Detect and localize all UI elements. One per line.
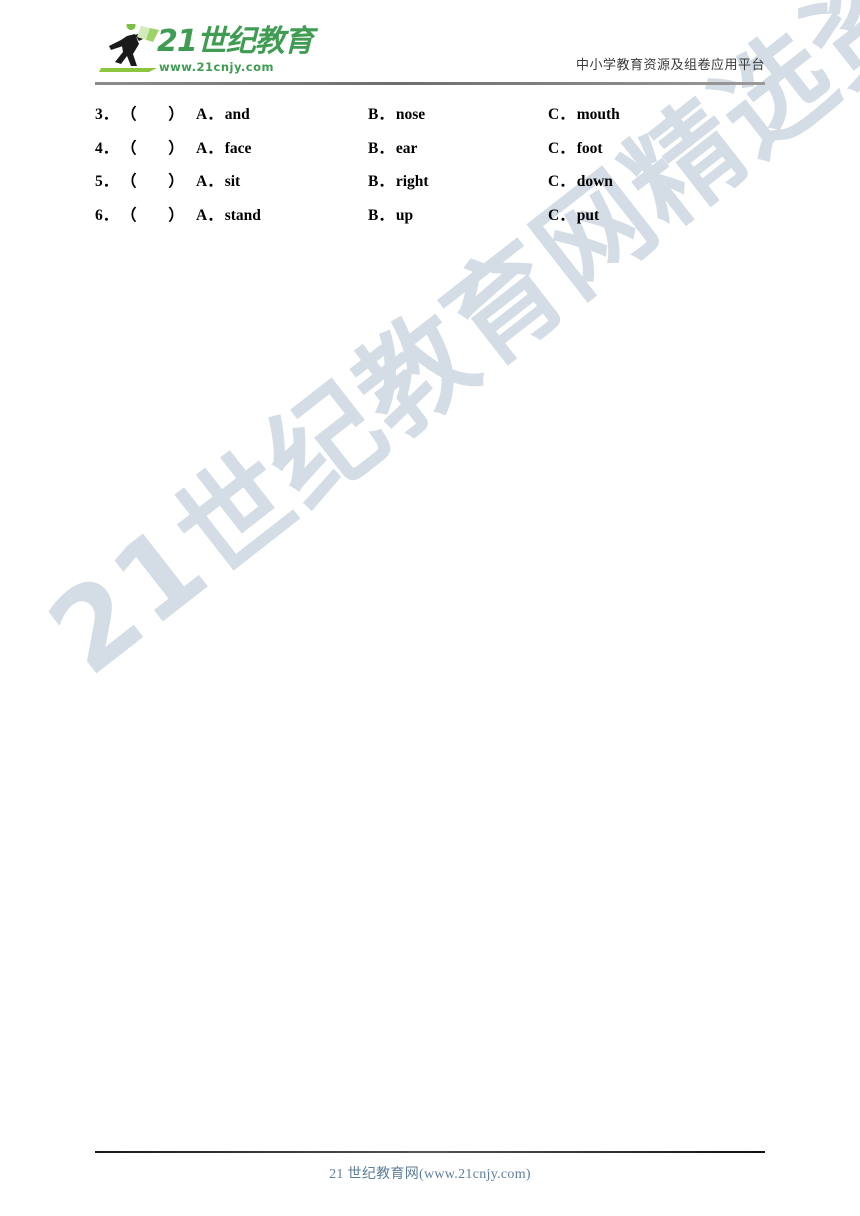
option-b[interactable]: B． up <box>368 203 413 225</box>
option-a-text: sit <box>224 173 241 190</box>
option-b-letter: B． <box>368 106 394 123</box>
option-c[interactable]: C． down <box>548 169 613 191</box>
header-divider <box>95 82 765 85</box>
option-a-text: face <box>224 139 252 157</box>
option-a-letter: A． <box>196 173 223 190</box>
option-c-text: foot <box>576 139 603 157</box>
option-a-text: and <box>224 106 250 123</box>
option-c-letter: C． <box>548 106 575 123</box>
question-number: 3． <box>95 106 119 123</box>
option-a[interactable]: A． and <box>196 102 250 124</box>
site-logo: 21世纪教育 www.21cnjy.com <box>95 22 385 80</box>
page-header: 21世纪教育 www.21cnjy.com 中小学教育资源及组卷应用平台 <box>95 22 765 84</box>
question-list: 3． （ ） A． and B． nose C． mouth 4． （ ） A． fac… <box>95 98 775 232</box>
option-c-letter: C． <box>548 173 575 190</box>
option-c-text: mouth <box>576 106 620 123</box>
option-a-letter: A． <box>196 139 223 157</box>
question-number: 5． <box>95 173 119 190</box>
option-b-letter: B． <box>368 206 394 224</box>
question-row: 4． （ ） A． face B． ear C． foot <box>95 132 775 166</box>
option-b-letter: B． <box>368 139 394 157</box>
answer-bracket[interactable]: （ ） <box>121 102 198 124</box>
footer-text: 21 世纪教育网(www.21cnjy.com) <box>329 1167 531 1182</box>
answer-bracket[interactable]: （ ） <box>121 136 198 158</box>
option-a-letter: A． <box>196 206 223 224</box>
option-a-letter: A． <box>196 106 223 123</box>
question-number: 6． <box>95 206 119 224</box>
option-c[interactable]: C． foot <box>548 136 603 158</box>
question-row: 3． （ ） A． and B． nose C． mouth <box>95 98 775 132</box>
answer-bracket[interactable]: （ ） <box>121 169 198 191</box>
option-c-letter: C． <box>548 206 575 224</box>
option-b-text: ear <box>395 139 418 157</box>
option-a[interactable]: A． stand <box>196 203 261 225</box>
option-b-text: right <box>395 173 429 190</box>
question-row: 5． （ ） A． sit B． right C． down <box>95 165 775 199</box>
option-a[interactable]: A． face <box>196 136 251 158</box>
document-page: 21世纪教育网精选资料 21世纪教育 www.21cnjy.com 中小学教育资… <box>0 0 860 1216</box>
answer-bracket[interactable]: （ ） <box>121 203 198 225</box>
option-c[interactable]: C． put <box>548 203 599 225</box>
question-row: 6． （ ） A． stand B． up C． put <box>95 199 775 233</box>
option-c[interactable]: C． mouth <box>548 102 620 124</box>
option-b[interactable]: B． ear <box>368 136 417 158</box>
option-a-text: stand <box>224 206 261 224</box>
option-b-text: nose <box>395 106 426 123</box>
option-c-letter: C． <box>548 139 575 157</box>
option-a[interactable]: A． sit <box>196 169 240 191</box>
option-c-text: down <box>576 173 613 190</box>
option-c-text: put <box>576 206 600 224</box>
question-number: 4． <box>95 139 119 157</box>
option-b-letter: B． <box>368 173 394 190</box>
header-slogan: 中小学教育资源及组卷应用平台 <box>575 58 765 73</box>
option-b[interactable]: B． right <box>368 169 429 191</box>
running-student-with-book-icon <box>99 24 159 72</box>
logo-url: www.21cnjy.com <box>159 60 274 74</box>
option-b[interactable]: B． nose <box>368 102 425 124</box>
logo-wordmark: 21世纪教育 <box>157 24 314 59</box>
option-b-text: up <box>395 206 414 224</box>
footer-divider <box>95 1151 765 1153</box>
